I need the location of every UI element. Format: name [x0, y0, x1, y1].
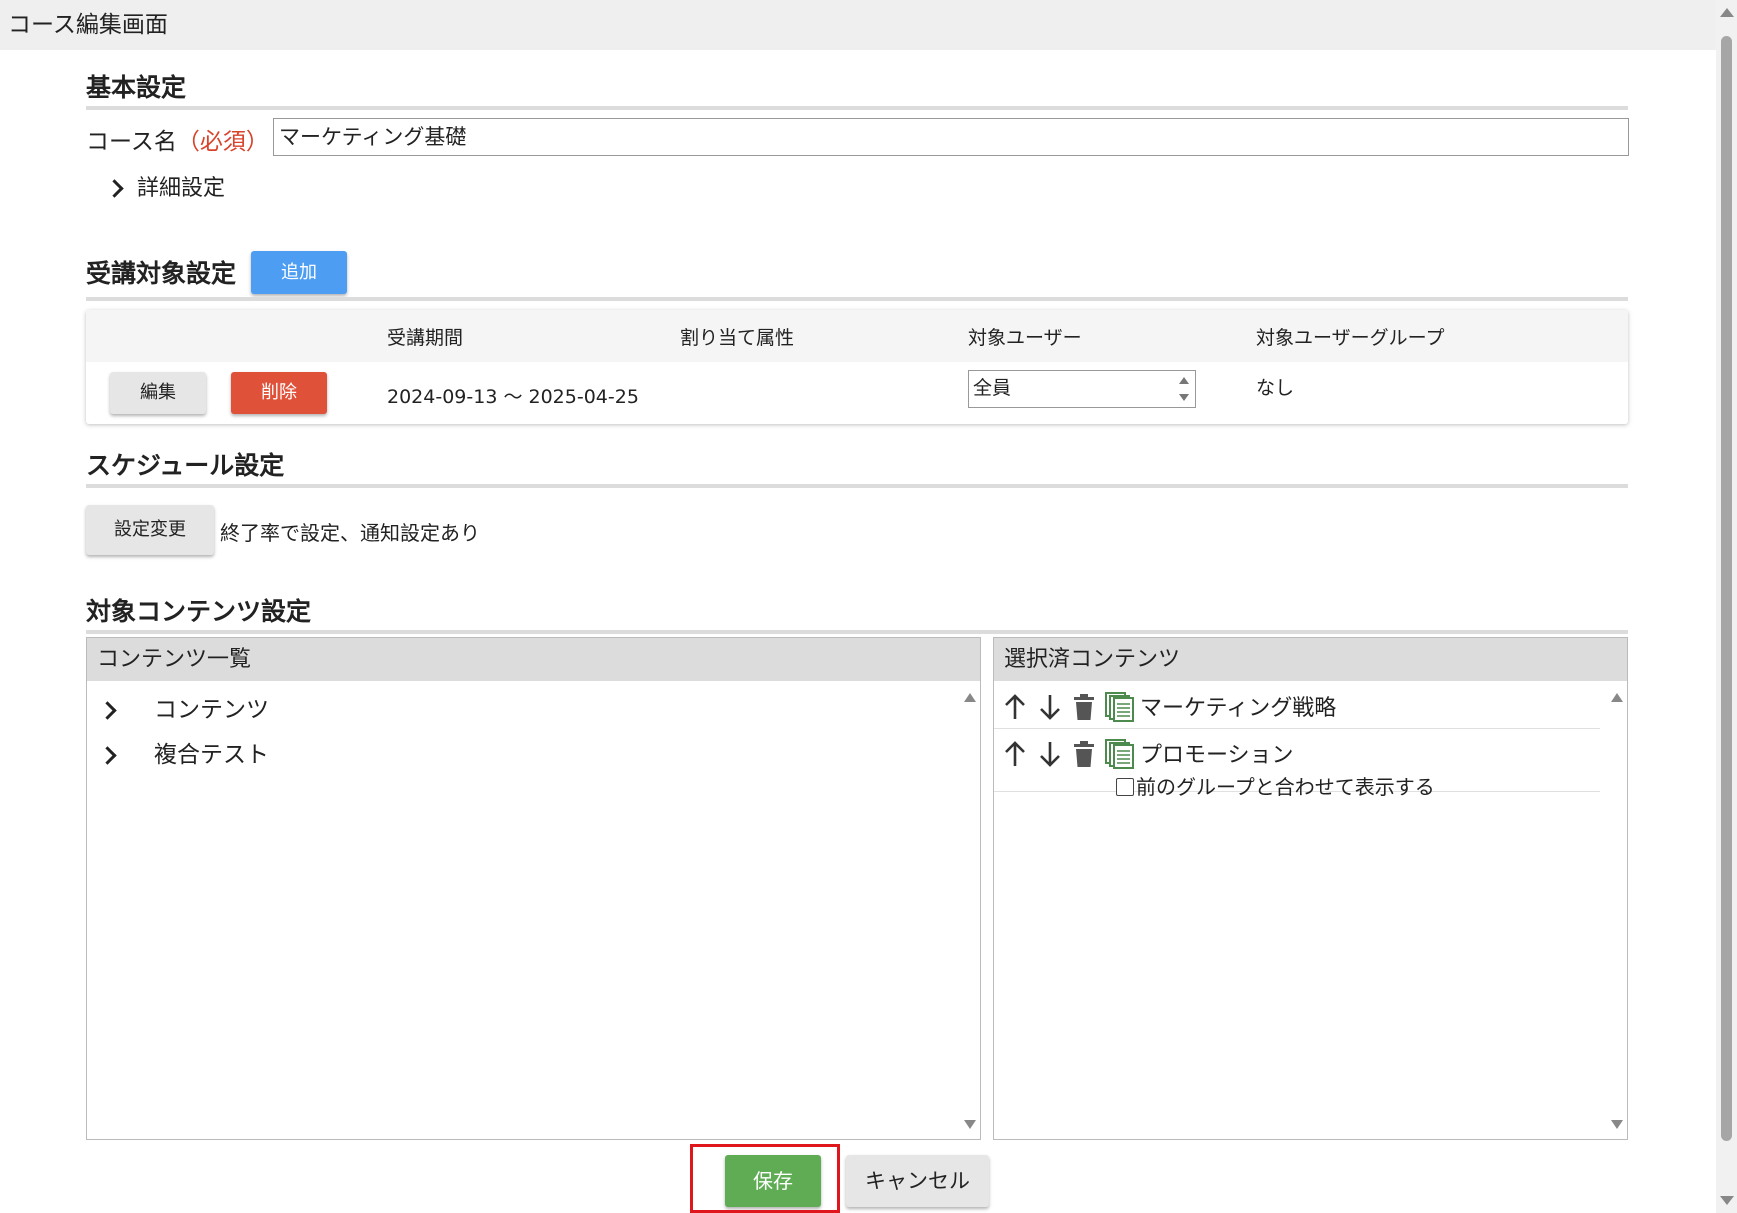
selected-item-label: マーケティング戦略	[1140, 696, 1337, 721]
detail-settings-toggle[interactable]: 詳細設定	[105, 170, 226, 202]
column-user-group: 対象ユーザーグループ	[1256, 327, 1445, 349]
section-divider	[86, 630, 1628, 634]
list-item: プロモーション 前のグループと合わせて表示する	[994, 729, 1600, 799]
document-stack-icon	[1105, 692, 1135, 722]
required-mark: （必須）	[176, 129, 269, 155]
selected-item-label: プロモーション	[1140, 743, 1294, 768]
column-attribute: 割り当て属性	[680, 327, 795, 349]
tree-item-contents[interactable]: コンテンツ	[98, 690, 269, 724]
page-scrollbar[interactable]	[1716, 0, 1737, 1213]
scroll-down-icon[interactable]	[964, 1120, 976, 1129]
section-divider	[86, 297, 1628, 301]
column-user: 対象ユーザー	[968, 327, 1082, 349]
trash-icon[interactable]	[1072, 693, 1096, 721]
save-button-highlight	[690, 1144, 840, 1213]
course-name-input[interactable]: マーケティング基礎	[273, 118, 1629, 156]
tree-item-label: 複合テスト	[154, 742, 269, 768]
spin-down-icon[interactable]	[1179, 394, 1189, 401]
row-actions	[1002, 692, 1139, 722]
course-name-label-text: コース名	[86, 129, 177, 155]
schedule-status-text: 終了率で設定、通知設定あり	[220, 521, 480, 545]
scroll-thumb[interactable]	[1721, 36, 1732, 1141]
detail-settings-label: 詳細設定	[137, 176, 226, 201]
course-name-label: コース名（必須）	[86, 122, 269, 156]
chevron-right-icon	[105, 179, 124, 198]
merge-group-checkbox-label: 前のグループと合わせて表示する	[1136, 775, 1435, 799]
row-actions	[1002, 739, 1139, 769]
merge-group-checkbox[interactable]	[1116, 778, 1134, 796]
window-title: コース編集画面	[0, 0, 1716, 50]
scroll-down-icon[interactable]	[1720, 1196, 1734, 1205]
target-user-value: 全員	[973, 377, 1012, 399]
target-settings-title: 受講対象設定	[86, 259, 237, 288]
cancel-button[interactable]: キャンセル	[846, 1155, 989, 1207]
trash-icon[interactable]	[1072, 740, 1096, 768]
section-divider	[86, 106, 1628, 110]
target-table: 受講期間 割り当て属性 対象ユーザー 対象ユーザーグループ 編集 削除 2024…	[86, 310, 1628, 424]
arrow-up-icon[interactable]	[1002, 693, 1028, 721]
selected-content-panel: 選択済コンテンツ マーケティング戦略 プロモーション 前のグループと合わせて表示…	[993, 637, 1628, 1140]
document-stack-icon	[1105, 739, 1135, 769]
schedule-settings-title: スケジュール設定	[86, 451, 285, 480]
chevron-right-icon	[98, 701, 117, 720]
scroll-down-icon[interactable]	[1611, 1120, 1623, 1129]
arrow-down-icon[interactable]	[1037, 740, 1063, 768]
user-group-value: なし	[1256, 377, 1295, 399]
content-list-panel: コンテンツ一覧 コンテンツ 複合テスト	[86, 637, 981, 1140]
content-list-header: コンテンツ一覧	[87, 638, 980, 681]
target-user-select[interactable]: 全員	[968, 370, 1196, 408]
scroll-up-icon[interactable]	[964, 693, 976, 702]
edit-button[interactable]: 編集	[110, 372, 206, 414]
period-value: 2024-09-13 ～ 2025-04-25	[387, 386, 639, 408]
merge-group-checkbox-row[interactable]: 前のグループと合わせて表示する	[1116, 771, 1435, 800]
arrow-down-icon[interactable]	[1037, 693, 1063, 721]
basic-settings-title: 基本設定	[86, 73, 187, 102]
arrow-up-icon[interactable]	[1002, 740, 1028, 768]
chevron-right-icon	[98, 746, 117, 765]
scroll-up-icon[interactable]	[1720, 8, 1734, 17]
tree-item-label: コンテンツ	[154, 697, 269, 723]
scroll-up-icon[interactable]	[1611, 693, 1623, 702]
content-list-scrollbar[interactable]	[960, 681, 980, 1139]
content-settings-title: 対象コンテンツ設定	[86, 597, 312, 626]
list-item: マーケティング戦略	[994, 682, 1600, 729]
column-period: 受講期間	[387, 327, 464, 349]
tree-item-composite-test[interactable]: 複合テスト	[98, 735, 269, 769]
selected-content-header: 選択済コンテンツ	[994, 638, 1627, 681]
change-schedule-button[interactable]: 設定変更	[86, 505, 214, 555]
spin-up-icon[interactable]	[1179, 377, 1189, 384]
delete-button[interactable]: 削除	[231, 372, 327, 414]
section-divider	[86, 484, 1628, 488]
selected-content-scrollbar[interactable]	[1607, 681, 1627, 1139]
add-target-button[interactable]: 追加	[251, 251, 347, 294]
